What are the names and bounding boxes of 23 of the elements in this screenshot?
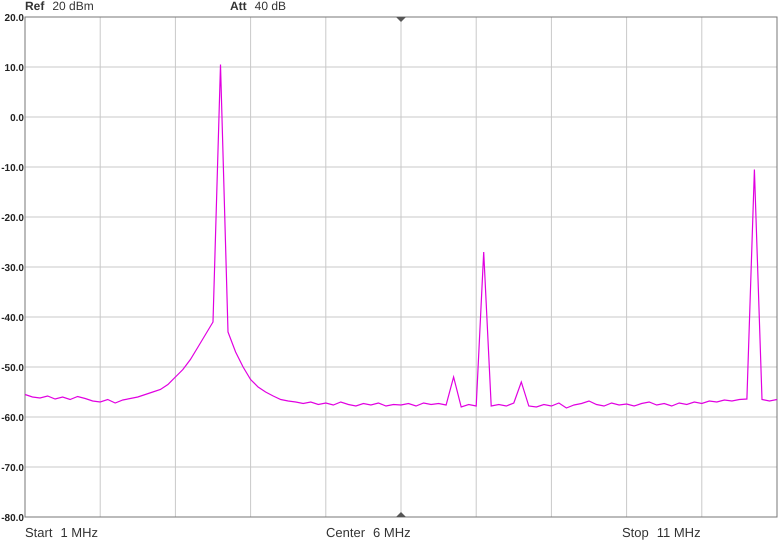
att-value: 40 dB — [254, 0, 286, 13]
att-label: Att — [230, 0, 247, 13]
tick-label: 10.0 — [4, 63, 24, 74]
marker-icon — [396, 17, 406, 22]
footer-value: 1 MHz — [60, 525, 98, 540]
tick-label: -80.0 — [1, 513, 24, 523]
footer-value: 11 MHz — [656, 525, 701, 540]
tick-label: 0.0 — [10, 113, 24, 124]
footer-label: Stop — [622, 525, 649, 540]
tick-label: -40.0 — [1, 313, 24, 324]
tick-label: -70.0 — [1, 463, 24, 474]
ref-label: Ref — [25, 0, 44, 13]
tick-label: -10.0 — [1, 163, 24, 174]
footer-value: 6 MHz — [373, 525, 411, 540]
tick-label: -60.0 — [1, 413, 24, 424]
tick-label: -50.0 — [1, 363, 24, 374]
tick-label: -30.0 — [1, 263, 24, 274]
tick-label: 20.0 — [4, 13, 24, 24]
footer-label: Center — [326, 525, 366, 540]
tick-label: -20.0 — [1, 213, 24, 224]
footer-label: Start — [25, 525, 52, 540]
ref-value: 20 dBm — [52, 0, 94, 13]
marker-icon — [396, 512, 406, 517]
